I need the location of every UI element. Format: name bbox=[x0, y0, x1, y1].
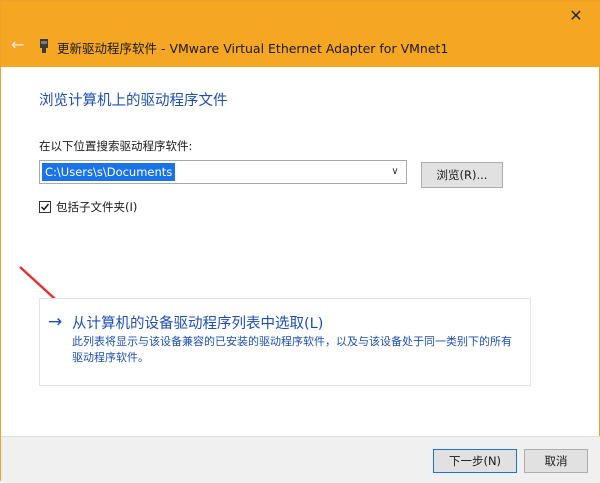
search-location-label: 在以下位置搜索驱动程序软件: bbox=[39, 139, 193, 153]
checkmark-icon bbox=[40, 203, 50, 211]
browse-button[interactable]: 浏览(R)... bbox=[421, 162, 503, 188]
cancel-button[interactable]: 取消 bbox=[524, 449, 588, 473]
pick-from-list-title[interactable]: 从计算机的设备驱动程序列表中选取(L) bbox=[72, 312, 323, 333]
dialog-window: ✕ ← 更新驱动程序软件 - VMware Virtual Ethernet A… bbox=[0, 0, 600, 483]
title-bar bbox=[1, 1, 600, 67]
page-heading: 浏览计算机上的驱动程序文件 bbox=[39, 93, 228, 109]
search-path-value[interactable]: C:\Users\s\Documents bbox=[42, 163, 176, 181]
pick-from-list-option[interactable]: → 从计算机的设备驱动程序列表中选取(L) 此列表将显示与该设备兼容的已安装的驱… bbox=[39, 298, 531, 386]
back-arrow-icon[interactable]: ← bbox=[11, 37, 27, 53]
next-button[interactable]: 下一步(N) bbox=[433, 449, 517, 473]
include-subfolders-checkbox[interactable] bbox=[39, 201, 51, 213]
search-path-combobox[interactable]: C:\Users\s\Documents ∨ bbox=[39, 160, 407, 184]
window-title: 更新驱动程序软件 - VMware Virtual Ethernet Adapt… bbox=[57, 41, 449, 56]
device-icon bbox=[40, 39, 48, 53]
right-arrow-icon: → bbox=[48, 312, 63, 332]
pick-from-list-description: 此列表将显示与该设备兼容的已安装的驱动程序软件，以及与该设备处于同一类别下的所有… bbox=[72, 335, 512, 364]
dialog-footer: 下一步(N) 取消 bbox=[1, 436, 600, 483]
chevron-down-icon[interactable]: ∨ bbox=[388, 164, 402, 180]
include-subfolders-label[interactable]: 包括子文件夹(I) bbox=[56, 199, 137, 215]
close-icon[interactable]: ✕ bbox=[567, 7, 585, 25]
